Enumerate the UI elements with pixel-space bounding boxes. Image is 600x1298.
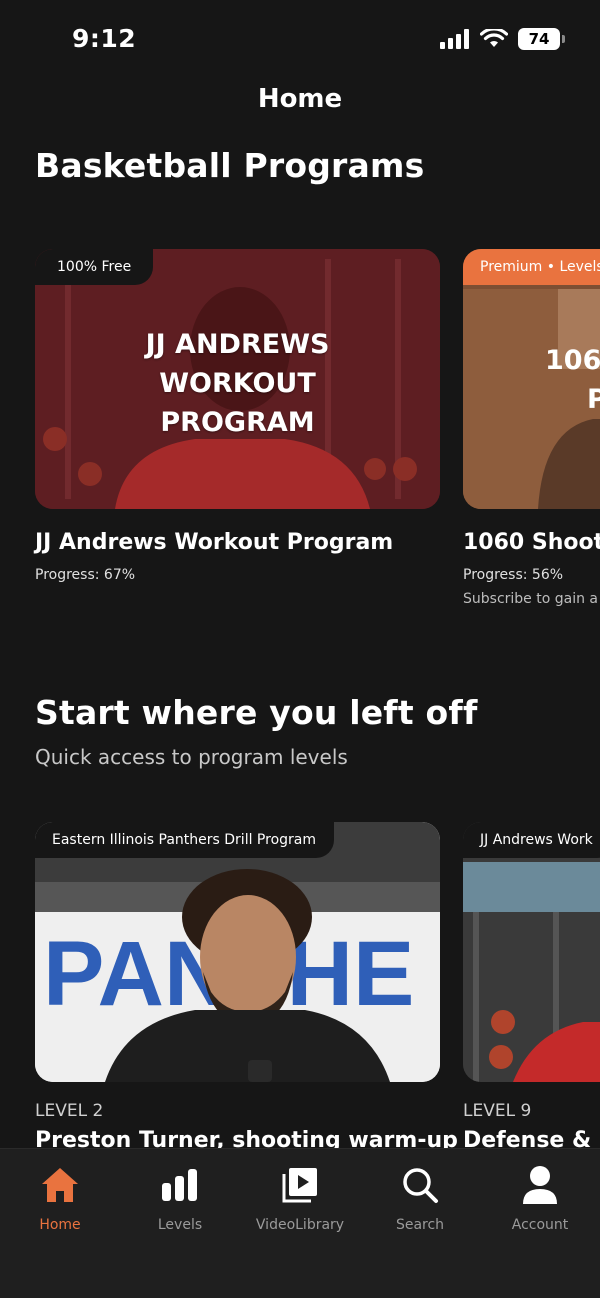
person-icon — [518, 1163, 562, 1207]
tab-account[interactable]: Account — [480, 1163, 600, 1253]
overlay-line: JJ ANDREWS — [145, 329, 330, 360]
program-progress: Progress: 56% — [463, 567, 564, 583]
program-overlay-title: 1060 P — [545, 341, 600, 419]
program-title[interactable]: JJ Andrews Workout Program — [35, 530, 393, 555]
program-card-1060-shooting[interactable]: Premium • Levels 1060 P — [463, 249, 600, 509]
tab-search[interactable]: Search — [360, 1163, 480, 1253]
level-label: LEVEL 9 — [463, 1101, 532, 1121]
tab-label: VideoLibrary — [255, 1217, 345, 1233]
program-overlay-title: JJ ANDREWS WORKOUT PROGRAM — [35, 325, 440, 442]
level-card-jj-andrews[interactable]: JJ Andrews Work — [463, 822, 600, 1082]
tab-videolibrary[interactable]: VideoLibrary — [240, 1163, 360, 1253]
tab-bar: Home Levels VideoLibrary Search Account — [0, 1148, 600, 1298]
level-label: LEVEL 2 — [35, 1101, 104, 1121]
wifi-icon — [480, 29, 508, 47]
level-program-badge: JJ Andrews Work — [463, 822, 600, 858]
overlay-line: P — [587, 384, 600, 415]
level-program-badge: Eastern Illinois Panthers Drill Program — [35, 822, 334, 858]
program-card-jj-andrews[interactable]: 100% Free JJ ANDREWS WORKOUT PROGRAM — [35, 249, 440, 509]
status-icons: 74 — [440, 28, 565, 50]
overlay-line: WORKOUT — [159, 368, 316, 399]
programs-section-title: Basketball Programs — [35, 146, 425, 185]
tab-home[interactable]: Home — [0, 1163, 120, 1253]
program-progress: Progress: 67% — [35, 567, 136, 583]
signal-icon — [440, 29, 469, 49]
status-time: 9:12 — [72, 24, 137, 53]
tab-levels[interactable]: Levels — [120, 1163, 240, 1253]
bar-chart-icon — [158, 1163, 202, 1207]
overlay-line: PROGRAM — [160, 407, 315, 438]
program-subscribe-note: Subscribe to gain a — [463, 591, 598, 607]
tab-label: Levels — [157, 1217, 203, 1233]
page-title: Home — [257, 84, 343, 114]
levels-section-subtitle: Quick access to program levels — [35, 745, 348, 769]
program-badge: 100% Free — [35, 249, 154, 285]
video-library-icon — [278, 1163, 322, 1207]
program-title[interactable]: 1060 Shootin — [463, 530, 600, 555]
battery-icon: 74 — [518, 28, 565, 50]
level-thumbnail-image: PANTHE — [35, 822, 440, 1082]
program-badge: Premium • Levels — [463, 249, 600, 285]
battery-level: 74 — [528, 30, 550, 48]
level-card-panthers[interactable]: PANTHE Eastern Illinois Panthers Drill P… — [35, 822, 440, 1082]
levels-section-title: Start where you left off — [35, 693, 478, 732]
level-thumbnail-image — [463, 822, 600, 1082]
search-icon — [398, 1163, 442, 1207]
tab-label: Account — [511, 1217, 569, 1233]
tab-label: Home — [39, 1217, 81, 1233]
tab-label: Search — [395, 1217, 445, 1233]
home-icon — [38, 1163, 82, 1207]
overlay-line: 1060 — [545, 345, 600, 376]
